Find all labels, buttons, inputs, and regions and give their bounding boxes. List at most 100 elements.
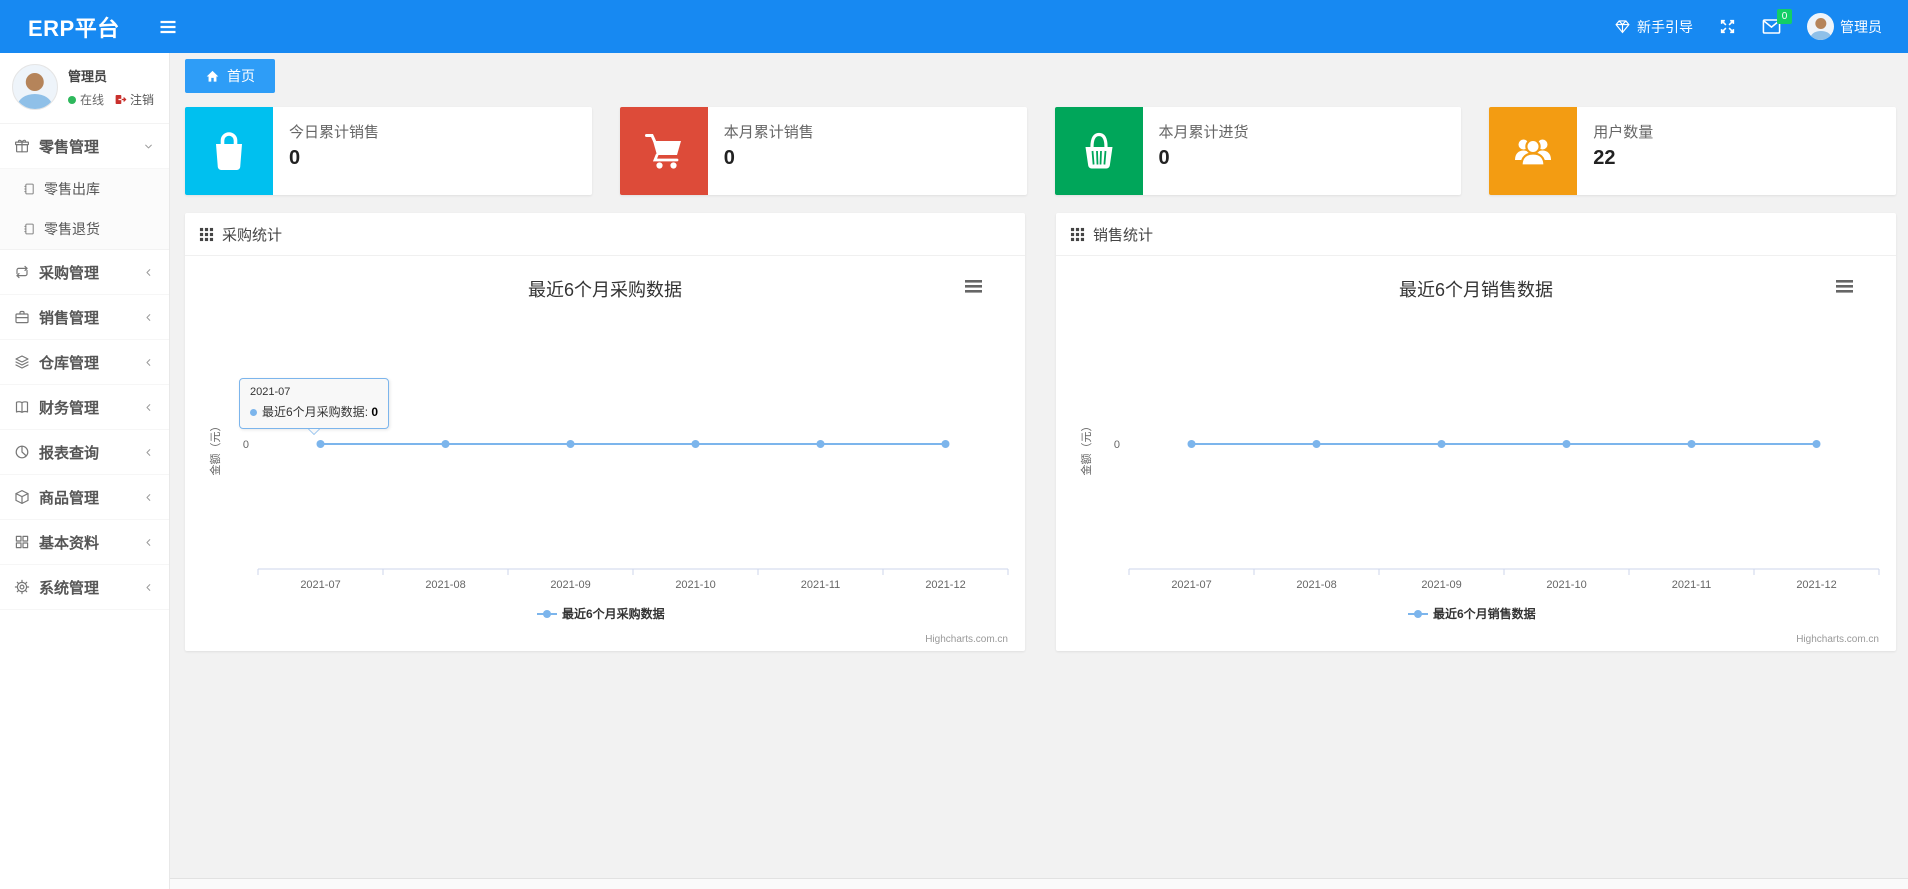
tooltip-category: 2021-07: [250, 386, 291, 398]
fullscreen-icon: [1720, 19, 1735, 34]
message-count-badge: 0: [1777, 9, 1792, 24]
sidebar-submenu: 零售出库 零售退货: [0, 169, 169, 250]
chevron-left-icon: [146, 448, 151, 456]
cube-icon: [15, 490, 29, 504]
data-point[interactable]: [691, 440, 700, 448]
sidebar-item-label: 零售管理: [39, 138, 100, 156]
tab-bar: 首页: [185, 59, 1896, 99]
notebook-icon: [24, 223, 34, 235]
logout-button[interactable]: 注销: [114, 91, 154, 108]
stat-card-value: 0: [289, 147, 301, 169]
chart-tooltip: 2021-07 最近6个月采购数据: 0: [239, 378, 390, 435]
shopping-cart-icon: [644, 134, 681, 169]
stat-card: 本月累计进货 0: [1054, 107, 1462, 195]
gear-icon: [14, 579, 30, 595]
guide-button[interactable]: 新手引导: [1614, 17, 1693, 37]
sidebar-submenu-item[interactable]: 零售出库: [0, 169, 169, 209]
data-point[interactable]: [1812, 440, 1821, 448]
shopping-bag-icon: [216, 132, 242, 171]
guide-label: 新手引导: [1637, 18, 1693, 35]
tab-home-label: 首页: [227, 68, 255, 84]
sidebar-submenu-item[interactable]: 零售退货: [0, 209, 169, 249]
sidebar-item-label: 商品管理: [39, 489, 100, 507]
grid-9-icon: [199, 227, 214, 241]
data-point[interactable]: [1687, 440, 1696, 448]
gem-icon: [1615, 20, 1630, 34]
messages-button[interactable]: 0: [1762, 9, 1792, 35]
chevron-left-icon: [146, 358, 151, 366]
layers-icon: [15, 355, 29, 369]
x-axis-label: 2021-07: [300, 579, 340, 591]
chart-legend[interactable]: 最近6个月采购数据: [537, 606, 665, 621]
footer-strip: [170, 878, 1908, 889]
fullscreen-button[interactable]: [1719, 18, 1736, 35]
x-axis-label: 2021-08: [425, 579, 465, 591]
data-point[interactable]: [1437, 440, 1446, 448]
x-axis-label: 2021-07: [1171, 579, 1211, 591]
chart-export-button[interactable]: [961, 276, 987, 298]
x-axis-label: 2021-09: [550, 579, 590, 591]
repeat-icon: [16, 265, 28, 279]
data-point[interactable]: [441, 440, 450, 448]
chevron-left-icon: [146, 583, 151, 591]
pie-chart-icon: [15, 445, 29, 459]
tab-home[interactable]: 首页: [185, 59, 275, 93]
data-point[interactable]: [1562, 440, 1571, 448]
sidebar-menu-item[interactable]: 报表查询: [0, 430, 169, 475]
sidebar-menu-item[interactable]: 商品管理: [0, 475, 169, 520]
stat-card-label: 今日累计销售: [289, 124, 380, 141]
legend-label: 最近6个月采购数据: [562, 606, 665, 621]
data-point[interactable]: [1312, 440, 1321, 448]
sidebar-user-name: 管理员: [68, 69, 108, 84]
x-axis-label: 2021-12: [925, 579, 965, 591]
chevron-left-icon: [146, 403, 151, 411]
chart-export-button[interactable]: [1832, 276, 1858, 298]
sidebar-menu-item[interactable]: 采购管理: [0, 250, 169, 295]
y-axis-title: 金额（元）: [1079, 421, 1093, 476]
chart-title: 最近6个月销售数据: [1399, 280, 1553, 300]
sidebar-item-label: 采购管理: [39, 264, 100, 282]
sidebar-avatar: [12, 64, 58, 110]
stat-card-value: 0: [1158, 147, 1170, 169]
chevron-left-icon: [146, 493, 151, 501]
sales-stats-panel: 销售统计 最近6个月销售数据 金额（元） 0 2021-07 2021-08 2021-0…: [1056, 213, 1896, 651]
y-axis-tick: 0: [1114, 439, 1120, 451]
sidebar-menu-item[interactable]: 仓库管理: [0, 340, 169, 385]
sidebar-item-label: 基本资料: [39, 534, 100, 552]
stat-card-label: 本月累计进货: [1158, 124, 1249, 141]
tooltip-series-dot: [250, 409, 257, 416]
user-group-icon: [1515, 138, 1552, 167]
sidebar-toggle-button[interactable]: [158, 17, 178, 37]
sidebar: 管理员 在线 注销 零售管理零售出库 零售退货采购管理销售管理 仓库管理 财务管理 报表…: [0, 53, 170, 889]
sidebar-menu-item[interactable]: 销售管理: [0, 295, 169, 340]
user-menu[interactable]: 管理员: [1807, 13, 1882, 40]
data-point[interactable]: [816, 440, 825, 448]
sidebar-menu-item[interactable]: 基本资料: [0, 520, 169, 565]
chart-title: 最近6个月采购数据: [528, 280, 682, 300]
chart-legend[interactable]: 最近6个月销售数据: [1408, 606, 1536, 621]
sidebar-menu-item[interactable]: 财务管理: [0, 385, 169, 430]
data-point[interactable]: [566, 440, 575, 448]
stat-card-value: 22: [1593, 147, 1616, 169]
grid-9-icon: [1070, 227, 1085, 241]
sidebar-menu-item[interactable]: 零售管理: [0, 124, 169, 169]
purchase-stats-panel: 采购统计 最近6个月采购数据 金额（元） 0 2021-07 2021-08 2021-0…: [185, 213, 1025, 651]
grid-icon: [15, 535, 29, 549]
data-point[interactable]: [1187, 440, 1196, 448]
online-status-label: 在线: [80, 93, 105, 107]
tooltip-value: 0: [371, 405, 379, 419]
top-navbar: ERP平台 新手引导 0 管理员: [0, 0, 1908, 53]
x-axis-label: 2021-10: [675, 579, 715, 591]
chevron-down-icon: [145, 144, 152, 148]
main-content: 首页 今日累计销售 0 本月累计销售 0 本月累计进货 0 用户数量 22 采购统计 最近6个…: [170, 53, 1908, 889]
data-point[interactable]: [316, 440, 325, 448]
chart-watermark[interactable]: Highcharts.com.cn: [1796, 634, 1879, 645]
chart-watermark[interactable]: Highcharts.com.cn: [925, 634, 1008, 645]
online-status-dot: [68, 95, 76, 104]
x-axis-label: 2021-10: [1546, 579, 1586, 591]
data-point[interactable]: [941, 440, 950, 448]
user-panel: 管理员 在线 注销: [0, 53, 169, 123]
chevron-left-icon: [146, 268, 151, 276]
sidebar-item-label: 系统管理: [39, 579, 100, 597]
sidebar-menu-item[interactable]: 系统管理: [0, 565, 169, 610]
